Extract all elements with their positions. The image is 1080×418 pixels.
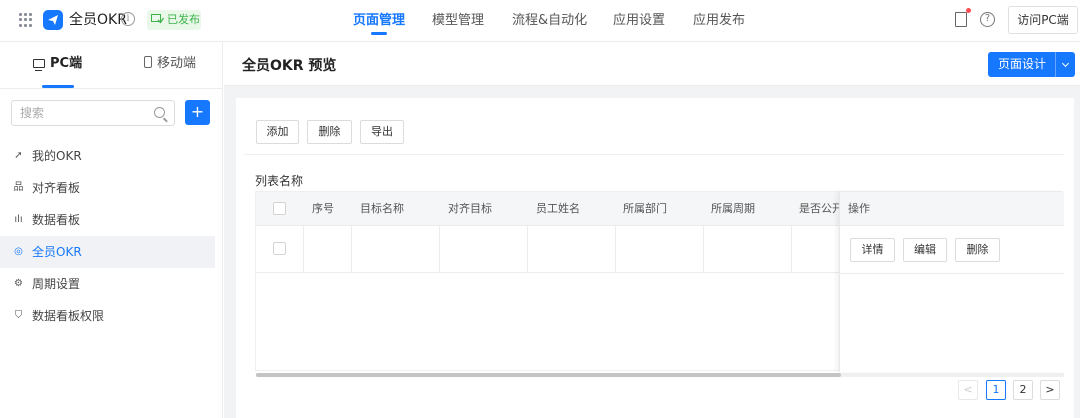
sidebar-item-label: 我的OKR [32,149,82,163]
list-title: 列表名称 [255,174,304,188]
sidebar-item-alignment-board[interactable]: 品 对齐看板 [0,172,215,204]
chevron-down-icon[interactable] [1055,52,1075,77]
sidebar-item-label: 数据看板 [32,213,81,227]
preview-card: 添加 删除 导出 列表名称 序号 目标名称 对齐目标 员工姓名 所属部门 所属周… [236,98,1074,418]
column-header: 是否公开 [799,202,843,215]
scrollbar-thumb[interactable] [256,373,841,377]
nav-model-management[interactable]: 模型管理 [432,0,484,42]
help-icon[interactable]: ? [980,12,995,27]
page-design-label: 页面设计 [998,57,1047,71]
page-1-button[interactable]: 1 [986,380,1006,400]
column-header: 员工姓名 [536,202,580,215]
tab-mobile-label: 移动端 [157,56,197,71]
search-icon[interactable] [154,107,165,118]
location-icon: ◎ [14,246,23,257]
page-2-button[interactable]: 2 [1013,380,1033,400]
gear-icon: ⚙ [14,278,23,289]
tab-pc[interactable]: PC端 [33,42,82,88]
app-name: 全员OKR [69,12,127,28]
tab-pc-label: PC端 [50,56,83,71]
main-header: 全员OKR 预览 页面设计 [224,42,1080,86]
divider [840,273,1064,274]
horizontal-scrollbar[interactable] [256,373,1064,377]
top-bar: 全员OKR i 已发布 页面管理 模型管理 流程&自动化 应用设置 应用发布 ?… [0,0,1080,42]
detail-button[interactable]: 详情 [850,238,895,262]
sidebar-item-label: 全员OKR [32,245,82,259]
nav-app-settings[interactable]: 应用设置 [613,0,665,42]
status-badge: 已发布 [147,10,201,30]
export-button[interactable]: 导出 [360,120,404,144]
column-divider [439,226,440,273]
sidebar-item-label: 周期设置 [32,277,81,291]
row-delete-button[interactable]: 删除 [955,238,1000,262]
status-badge-label: 已发布 [167,13,200,26]
column-header: 目标名称 [360,202,404,215]
edit-button[interactable]: 编辑 [903,238,947,262]
column-divider [527,226,528,273]
sidebar-item-all-okr[interactable]: ◎ 全员OKR [0,236,215,268]
published-icon [151,14,164,24]
org-tree-icon: 品 [13,182,24,193]
nav-flow-automation[interactable]: 流程&自动化 [512,0,587,42]
main-area: 全员OKR 预览 页面设计 添加 删除 导出 列表名称 序号 目标名称 对齐目标… [224,42,1080,418]
sidebar-item-board-permissions[interactable]: ⛉ 数据看板权限 [0,300,215,332]
info-icon[interactable]: i [121,12,135,26]
row-checkbox[interactable] [273,242,286,255]
add-button[interactable]: 添加 [256,120,299,144]
select-all-checkbox[interactable] [273,202,286,215]
next-page-button[interactable]: > [1040,380,1060,400]
data-table: 序号 目标名称 对齐目标 员工姓名 所属部门 所属周期 是否公开 操作 详情 编… [255,191,1064,377]
prev-page-button[interactable]: < [958,380,978,400]
column-divider [791,226,792,273]
divider [0,88,223,89]
column-divider [615,226,616,273]
column-header: 所属部门 [623,202,667,215]
column-header-operations: 操作 [840,192,1064,226]
send-icon: ➚ [14,150,23,161]
column-header: 序号 [312,202,334,215]
search-box [11,100,175,126]
add-page-button[interactable]: + [185,100,210,125]
column-header: 所属周期 [711,202,755,215]
nav-page-management[interactable]: 页面管理 [353,0,405,42]
page-menu: ➚ 我的OKR 品 对齐看板 ılı 数据看板 ◎ 全员OKR ⚙ 周期设置 ⛉… [0,140,223,332]
visit-pc-button[interactable]: 访问PC端 [1008,6,1078,34]
sidebar-item-cycle-settings[interactable]: ⚙ 周期设置 [0,268,215,300]
sidebar-item-label: 数据看板权限 [32,309,105,323]
column-divider [303,226,304,273]
sidebar-item-my-okr[interactable]: ➚ 我的OKR [0,140,215,172]
document-icon[interactable] [955,8,971,27]
delete-button[interactable]: 删除 [307,120,352,144]
column-divider [351,226,352,273]
page-design-button[interactable]: 页面设计 [988,52,1075,77]
sidebar: PC端 移动端 + ➚ 我的OKR 品 对齐看板 ılı 数据看板 ◎ 全员OK… [0,42,223,418]
phone-icon [144,56,152,68]
column-divider [703,226,704,273]
tab-mobile[interactable]: 移动端 [144,42,196,88]
nav-app-publish[interactable]: 应用发布 [693,0,745,42]
app-logo-icon [43,10,63,30]
sidebar-item-data-board[interactable]: ılı 数据看板 [0,204,215,236]
monitor-icon [33,59,45,71]
shield-icon: ⛉ [14,310,23,321]
app-grid-icon[interactable] [19,13,33,27]
operations-column: 操作 详情 编辑 删除 [839,192,1064,372]
page-title: 全员OKR 预览 [242,58,337,74]
column-header: 对齐目标 [448,202,492,215]
search-input[interactable] [12,101,142,125]
divider [244,154,1064,155]
bar-chart-icon: ılı [14,214,23,225]
sidebar-item-label: 对齐看板 [32,181,81,195]
